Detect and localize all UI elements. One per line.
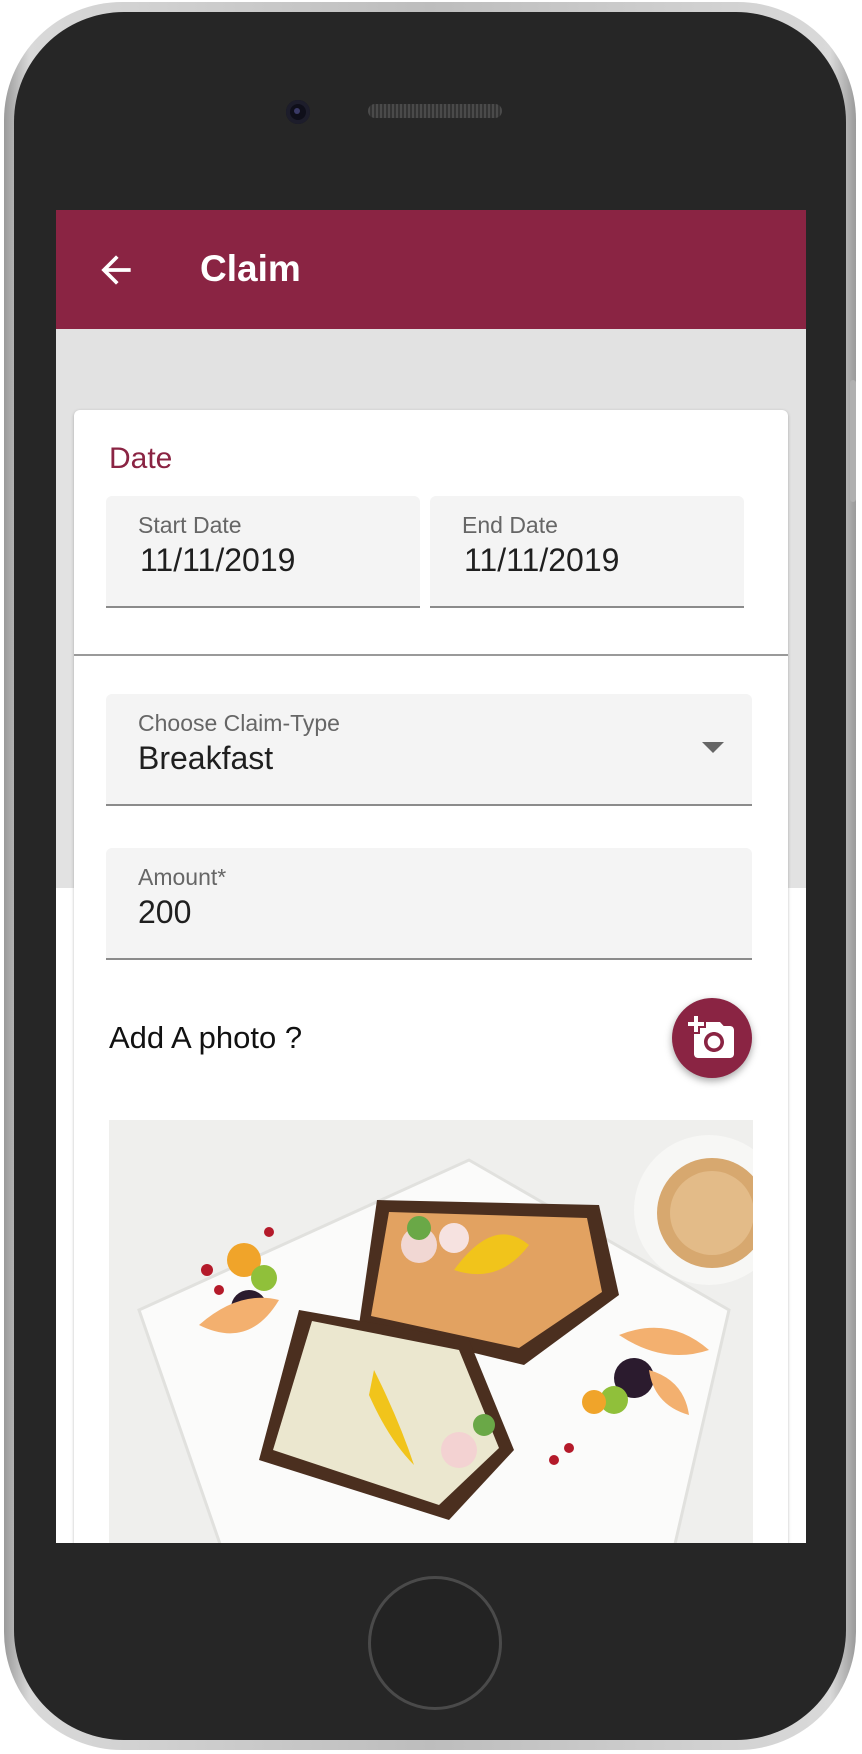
- app-screen: Claim Date Start Date 11/11/2019 End Dat…: [56, 210, 806, 1543]
- end-date-value: 11/11/2019: [464, 542, 620, 578]
- add-photo-icon: [688, 1016, 734, 1058]
- start-date-label: Start Date: [138, 512, 242, 538]
- claim-form-card: Date Start Date 11/11/2019 End Date 11/1…: [74, 410, 788, 1543]
- earpiece-speaker: [368, 104, 502, 118]
- amount-label: Amount*: [138, 864, 227, 890]
- claim-type-select[interactable]: Choose Claim-Type Breakfast: [106, 694, 752, 806]
- date-section-title: Date: [109, 442, 173, 475]
- page-title: Claim: [200, 248, 301, 289]
- phone-side-button: [850, 380, 856, 502]
- claim-type-label: Choose Claim-Type: [138, 710, 340, 736]
- home-button[interactable]: [368, 1576, 502, 1710]
- breakfast-photo: [109, 1120, 753, 1543]
- add-photo-label: Add A photo ?: [109, 1020, 303, 1055]
- end-date-field[interactable]: End Date 11/11/2019: [430, 496, 744, 608]
- start-date-field[interactable]: Start Date 11/11/2019: [106, 496, 420, 608]
- add-photo-button[interactable]: [672, 998, 752, 1078]
- dropdown-arrow-icon[interactable]: [702, 742, 724, 753]
- section-divider: [74, 654, 788, 656]
- app-bar: Claim: [56, 210, 806, 329]
- front-camera: [286, 100, 310, 124]
- amount-value: 200: [138, 894, 192, 930]
- claim-type-value: Breakfast: [138, 740, 274, 776]
- amount-field[interactable]: Amount* 200: [106, 848, 752, 960]
- end-date-label: End Date: [462, 512, 558, 538]
- start-date-value: 11/11/2019: [140, 542, 296, 578]
- arrow-left-icon[interactable]: [94, 248, 138, 292]
